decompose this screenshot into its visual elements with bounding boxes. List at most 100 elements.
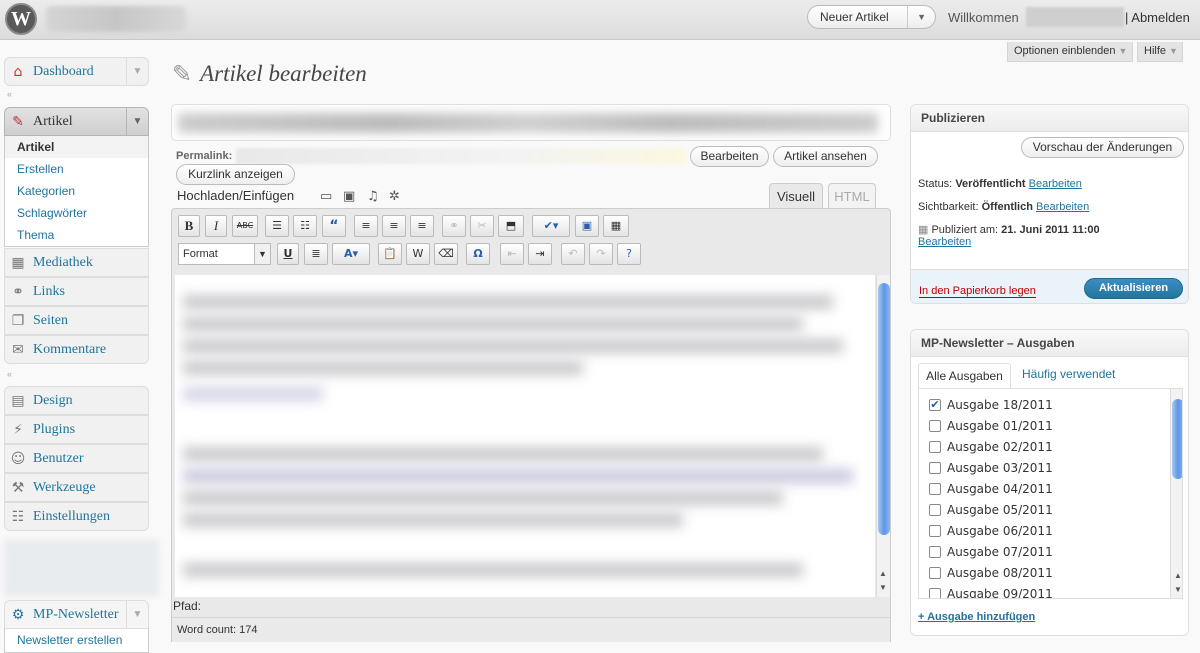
sidebar-item-plugins[interactable]: ⚡ Plugins xyxy=(4,415,149,444)
tab-all-issues[interactable]: Alle Ausgaben xyxy=(918,363,1011,388)
underline-button[interactable]: U xyxy=(277,243,299,265)
wordpress-logo[interactable]: W xyxy=(5,3,37,35)
checkbox[interactable] xyxy=(929,587,941,598)
add-issue-link[interactable]: + Ausgabe hinzufügen xyxy=(918,611,1035,623)
link-button[interactable]: ⚭ xyxy=(442,215,466,237)
view-post-button[interactable]: Artikel ansehen xyxy=(773,146,878,167)
checkbox[interactable] xyxy=(929,524,941,537)
sidebar-item-design[interactable]: ▤ Design xyxy=(4,386,149,415)
align-right-button[interactable]: ≡ xyxy=(410,215,434,237)
trash-link[interactable]: In den Papierkorb legen xyxy=(919,285,1036,298)
scroll-down-icon[interactable]: ▼ xyxy=(1174,585,1182,594)
list-item[interactable]: Ausgabe 02/2011 xyxy=(929,436,1053,457)
list-item[interactable]: Ausgabe 05/2011 xyxy=(929,499,1053,520)
scrollbar-thumb[interactable] xyxy=(878,283,890,535)
published-edit-link[interactable]: Bearbeiten xyxy=(918,236,971,248)
submenu-item-thema[interactable]: Thema xyxy=(5,224,148,246)
submenu-item-newsletter-erstellen[interactable]: Newsletter erstellen xyxy=(5,629,148,651)
media-upload-icon[interactable]: ✲ xyxy=(389,189,400,204)
list-item[interactable]: Ausgabe 07/2011 xyxy=(929,541,1053,562)
chevron-down-icon[interactable]: ▼ xyxy=(126,108,148,135)
list-item[interactable]: ✔ Ausgabe 18/2011 xyxy=(929,394,1053,415)
special-char-button[interactable]: Ω xyxy=(466,243,490,265)
sidebar-item-dashboard[interactable]: ⌂ Dashboard ▼ xyxy=(4,57,149,86)
issues-scrollbar[interactable]: ▲ ▼ xyxy=(1170,389,1182,598)
sidebar-item-kommentare[interactable]: ✉ Kommentare xyxy=(4,335,149,364)
submenu-item-kategorien[interactable]: Kategorien xyxy=(5,180,148,202)
post-title-input[interactable] xyxy=(171,104,891,141)
paste-word-button[interactable]: W xyxy=(406,243,430,265)
tab-frequent-issues[interactable]: Häufig verwendet xyxy=(1022,367,1115,381)
tab-visual[interactable]: Visuell xyxy=(769,183,823,210)
submenu-item-schlagwoerter[interactable]: Schlagwörter xyxy=(5,202,148,224)
collapse-icon[interactable]: « xyxy=(7,369,12,379)
editor-scrollbar[interactable]: ▲ ▼ xyxy=(876,275,890,597)
help-button[interactable]: Hilfe ▼ xyxy=(1137,42,1183,62)
unlink-button[interactable]: ✂ xyxy=(470,215,494,237)
blockquote-button[interactable]: “ xyxy=(322,215,346,237)
scrollbar-thumb[interactable] xyxy=(1172,399,1182,479)
help-icon[interactable]: ? xyxy=(617,243,641,265)
checkbox[interactable] xyxy=(929,545,941,558)
list-item[interactable]: Ausgabe 06/2011 xyxy=(929,520,1053,541)
eraser-icon[interactable]: ⌫ xyxy=(434,243,458,265)
align-center-button[interactable]: ≡ xyxy=(382,215,406,237)
submenu-item-artikel[interactable]: Artikel xyxy=(5,136,148,158)
bullet-list-button[interactable]: ☰ xyxy=(265,215,289,237)
bold-button[interactable]: B xyxy=(178,215,200,237)
editor-content-blurred[interactable] xyxy=(175,275,875,597)
scroll-up-icon[interactable]: ▲ xyxy=(1174,571,1182,580)
list-item[interactable]: Ausgabe 03/2011 xyxy=(929,457,1053,478)
text-color-button[interactable]: A▾ xyxy=(332,243,370,265)
status-edit-link[interactable]: Bearbeiten xyxy=(1029,178,1082,190)
list-item[interactable]: Ausgabe 04/2011 xyxy=(929,478,1053,499)
align-left-button[interactable]: ≡ xyxy=(354,215,378,237)
justify-button[interactable]: ≣ xyxy=(304,243,328,265)
list-item[interactable]: Ausgabe 08/2011 xyxy=(929,562,1053,583)
sidebar-item-werkzeuge[interactable]: ⚒ Werkzeuge xyxy=(4,473,149,502)
checkbox[interactable] xyxy=(929,461,941,474)
list-item[interactable]: Ausgabe 01/2011 xyxy=(929,415,1053,436)
list-item[interactable]: Ausgabe 09/2011 xyxy=(929,583,1053,598)
fullscreen-button[interactable]: ▣ xyxy=(575,215,599,237)
permalink-url-blurred[interactable] xyxy=(236,148,686,164)
checkbox[interactable] xyxy=(929,482,941,495)
checkbox[interactable] xyxy=(929,440,941,453)
insert-more-button[interactable]: ⬒ xyxy=(498,215,524,237)
chevron-down-icon[interactable]: ▼ xyxy=(126,601,148,628)
update-button[interactable]: Aktualisieren xyxy=(1084,278,1183,299)
sidebar-item-seiten[interactable]: ❐ Seiten xyxy=(4,306,149,335)
chevron-down-icon[interactable]: ▼ xyxy=(907,6,935,28)
audio-upload-icon[interactable]: ♫ xyxy=(367,189,379,204)
paste-text-button[interactable]: 📋 xyxy=(378,243,402,265)
numbered-list-button[interactable]: ☷ xyxy=(293,215,317,237)
scroll-down-icon[interactable]: ▼ xyxy=(879,583,887,592)
sidebar-item-artikel[interactable]: ✎ Artikel ▼ xyxy=(4,107,149,136)
checkbox[interactable] xyxy=(929,566,941,579)
checkbox-checked[interactable]: ✔ xyxy=(929,398,941,411)
redo-button[interactable]: ↷ xyxy=(589,243,613,265)
sidebar-item-einstellungen[interactable]: ☷ Einstellungen xyxy=(4,502,149,531)
italic-button[interactable]: I xyxy=(205,215,227,237)
site-name-blurred[interactable] xyxy=(46,6,186,32)
format-select[interactable]: Format ▼ xyxy=(178,243,271,265)
kitchen-sink-button[interactable]: ▦ xyxy=(603,215,629,237)
preview-changes-button[interactable]: Vorschau der Änderungen xyxy=(1021,137,1184,158)
video-upload-icon[interactable]: ▣ xyxy=(343,189,355,204)
permalink-edit-button[interactable]: Bearbeiten xyxy=(690,146,769,167)
strikethrough-button[interactable]: ABC xyxy=(232,215,258,237)
undo-button[interactable]: ↶ xyxy=(561,243,585,265)
username-blurred[interactable] xyxy=(1026,7,1124,27)
submenu-item-erstellen[interactable]: Erstellen xyxy=(5,158,148,180)
scroll-up-icon[interactable]: ▲ xyxy=(879,569,887,578)
logout-link[interactable]: | Abmelden xyxy=(1125,10,1190,25)
screen-options-button[interactable]: Optionen einblenden ▼ xyxy=(1007,42,1133,62)
sidebar-item-mp-newsletter[interactable]: ⚙ MP-Newsletter ▼ xyxy=(4,600,149,629)
visibility-edit-link[interactable]: Bearbeiten xyxy=(1036,201,1089,213)
tab-html[interactable]: HTML xyxy=(828,183,876,210)
outdent-button[interactable]: ⇤ xyxy=(500,243,524,265)
indent-button[interactable]: ⇥ xyxy=(528,243,552,265)
sidebar-item-benutzer[interactable]: ☺ Benutzer xyxy=(4,444,149,473)
checkbox[interactable] xyxy=(929,503,941,516)
shortlink-button[interactable]: Kurzlink anzeigen xyxy=(176,164,295,185)
